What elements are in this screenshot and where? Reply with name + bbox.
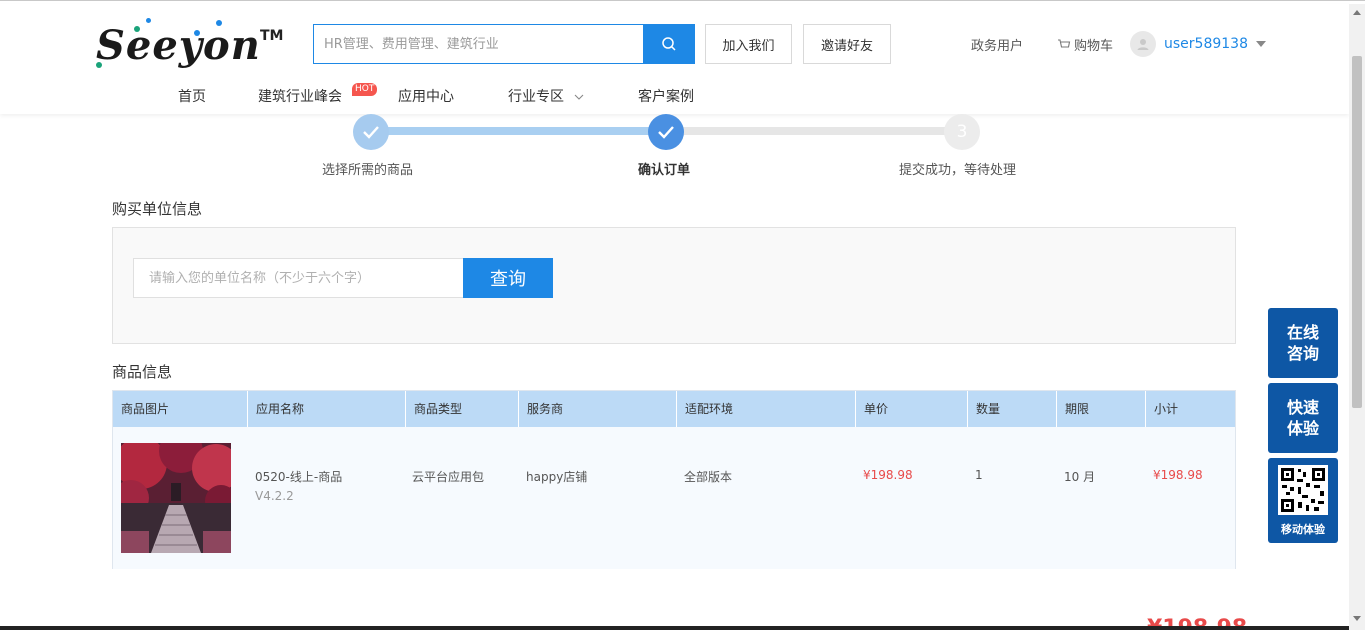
username: user589138 [1164, 36, 1248, 52]
column-header: 应用名称 [248, 391, 406, 427]
header: Seeyon TM 加入我们 邀请好友 政务用户 购物车 [0, 4, 1349, 114]
column-header: 适配环境 [677, 391, 856, 427]
products-section-title: 商品信息 [112, 363, 173, 381]
mobile-trial-label: 移动体验 [1281, 523, 1325, 536]
mobile-trial-qr[interactable]: 移动体验 [1268, 458, 1338, 543]
term: 10 月 [1064, 470, 1096, 484]
search-button[interactable] [643, 24, 695, 64]
step-1-circle [353, 114, 389, 150]
online-consult-button[interactable]: 在线 咨询 [1268, 308, 1338, 378]
quick-trial-button[interactable]: 快速 体验 [1268, 383, 1338, 453]
app-version: V4.2.2 [255, 489, 294, 503]
step-2-label: 确认订单 [638, 163, 691, 178]
table-row: 0520-线上-商品 V4.2.2 云平台应用包 happy店铺 全部版本 ¥1… [113, 427, 1235, 569]
page: Seeyon TM 加入我们 邀请好友 政务用户 购物车 [0, 0, 1365, 630]
column-header: 数量 [968, 391, 1057, 427]
cart-label: 购物车 [1074, 39, 1114, 54]
app-name[interactable]: 0520-线上-商品 [255, 468, 342, 485]
buyer-panel: 查询 [112, 227, 1236, 344]
column-header: 商品图片 [113, 391, 248, 427]
user-avatar-icon [1137, 39, 1149, 50]
nav-item-industry[interactable]: 行业专区 [508, 86, 584, 106]
caret-down-icon [1255, 41, 1266, 47]
buyer-section-title: 购买单位信息 [112, 200, 203, 218]
order-steps: 3 选择所需的商品 确认订单 提交成功，等待处理 [0, 114, 1349, 189]
step-line-pending [666, 127, 962, 135]
unit-price: ¥198.98 [863, 468, 913, 482]
unit-input-wrap [133, 258, 464, 298]
column-header: 单价 [856, 391, 968, 427]
search-icon [662, 37, 676, 51]
vendor: happy店铺 [526, 470, 588, 484]
product-image [121, 443, 231, 553]
product-thumbnail[interactable] [121, 443, 231, 553]
logo-tm: TM [260, 28, 284, 44]
check-icon [363, 126, 379, 139]
logo-text: Seeyon [96, 22, 261, 69]
vertical-scrollbar[interactable] [1349, 4, 1365, 630]
nav-item-app-center[interactable]: 应用中心 [398, 86, 454, 106]
invite-friends-button[interactable]: 邀请好友 [803, 24, 891, 64]
seeyon-logo[interactable]: Seeyon TM [96, 18, 284, 74]
table-header: 商品图片 应用名称 商品类型 服务商 适配环境 单价 数量 期限 小计 [113, 391, 1235, 427]
cart-icon [1058, 38, 1071, 48]
user-menu[interactable]: user589138 [1130, 31, 1266, 57]
subtotal: ¥198.98 [1153, 468, 1203, 482]
check-icon [658, 126, 674, 139]
avatar [1130, 31, 1156, 57]
chevron-down-icon [575, 94, 584, 100]
scroll-down-icon[interactable] [1353, 616, 1361, 621]
bottom-border [0, 626, 1349, 630]
search-box [313, 24, 643, 64]
step-line-done [371, 127, 666, 135]
step-1-label: 选择所需的商品 [322, 163, 414, 178]
step-3-circle: 3 [944, 114, 980, 150]
hot-badge: HOT [352, 83, 378, 96]
product-type: 云平台应用包 [412, 470, 485, 484]
column-header: 服务商 [519, 391, 677, 427]
column-header: 期限 [1057, 391, 1146, 427]
qr-code-icon [1278, 465, 1328, 515]
products-table: 商品图片 应用名称 商品类型 服务商 适配环境 单价 数量 期限 小计 0520… [112, 390, 1236, 569]
quantity: 1 [975, 468, 983, 482]
step-2-circle [648, 114, 684, 150]
scroll-up-icon[interactable] [1353, 10, 1361, 15]
cart-link[interactable]: 购物车 [1057, 35, 1113, 54]
nav-item-cases[interactable]: 客户案例 [638, 86, 694, 106]
unit-name-input[interactable] [134, 259, 463, 297]
nav-item-summit[interactable]: 建筑行业峰会 [258, 86, 342, 106]
column-header: 商品类型 [406, 391, 519, 427]
query-button[interactable]: 查询 [463, 258, 553, 298]
nav-item-home[interactable]: 首页 [178, 86, 206, 106]
join-us-button[interactable]: 加入我们 [705, 24, 792, 64]
step-3-label: 提交成功，等待处理 [899, 163, 1017, 178]
column-header: 小计 [1154, 402, 1179, 416]
search-input[interactable] [314, 25, 643, 63]
nav-item-industry-label: 行业专区 [508, 89, 564, 105]
environment: 全部版本 [684, 470, 733, 484]
gov-user-link[interactable]: 政务用户 [971, 35, 1023, 54]
scroll-thumb[interactable] [1352, 56, 1362, 408]
